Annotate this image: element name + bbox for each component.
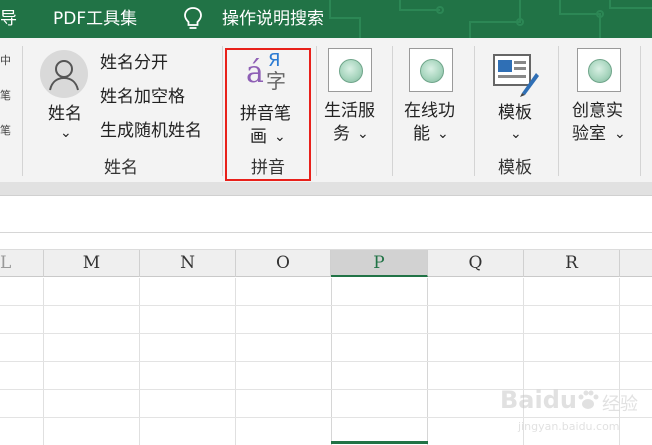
menu-item-pdf-tools[interactable]: PDF工具集 xyxy=(53,8,137,30)
column-header-m[interactable]: M xyxy=(44,250,140,277)
menu-bar: 导 PDF工具集 操作说明搜索 xyxy=(0,0,652,38)
column-header-r[interactable]: R xyxy=(524,250,620,277)
partial-label-1: 中 xyxy=(0,54,11,67)
partial-label-2: 笔 xyxy=(0,89,11,102)
menu-item-partial[interactable]: 导 xyxy=(0,8,17,30)
watermark-url: jingyan.baidu.com xyxy=(518,420,620,433)
column-header-l[interactable]: L xyxy=(0,250,44,277)
group-separator xyxy=(558,46,559,176)
grid-line xyxy=(0,305,652,306)
group-separator xyxy=(22,46,23,176)
add-space-button[interactable]: 姓名加空格 xyxy=(100,86,185,108)
watermark-brand: Baidu xyxy=(500,386,577,414)
grid-top-gap xyxy=(0,234,652,248)
person-icon xyxy=(49,60,79,91)
column-header-p[interactable]: P xyxy=(331,250,428,277)
creative-lab-icon[interactable] xyxy=(577,48,621,92)
template-group-label: 模板 xyxy=(498,158,532,178)
column-header-o[interactable]: O xyxy=(236,250,331,277)
partial-label-3: 笔 xyxy=(0,124,11,137)
name-group-label: 姓名 xyxy=(104,158,138,178)
template-button[interactable]: 模板 xyxy=(498,102,532,124)
group-separator xyxy=(474,46,475,176)
chevron-down-icon[interactable]: ⌄ xyxy=(60,122,72,144)
group-separator xyxy=(640,46,641,176)
watermark: Baidu 经验 jingyan.baidu.com xyxy=(500,384,640,440)
life-services-button-line2[interactable]: 务 xyxy=(333,123,350,145)
creative-lab-button-line2[interactable]: 验室 xyxy=(572,123,606,145)
chevron-down-icon[interactable]: ⌄ xyxy=(510,123,522,145)
group-separator xyxy=(392,46,393,176)
selection-edge xyxy=(331,441,428,444)
random-name-button[interactable]: 生成随机姓名 xyxy=(100,120,202,142)
chevron-down-icon[interactable]: ⌄ xyxy=(437,123,449,145)
person-avatar-icon[interactable] xyxy=(40,50,88,98)
column-header-q[interactable]: Q xyxy=(428,250,524,277)
column-header-row: L M N O P Q R xyxy=(0,249,652,277)
group-separator xyxy=(316,46,317,176)
tell-me-search[interactable]: 操作说明搜索 xyxy=(222,8,324,30)
watermark-cn: 经验 xyxy=(602,394,638,415)
template-icon[interactable] xyxy=(492,53,540,97)
formula-bar-area[interactable] xyxy=(0,197,652,233)
online-functions-button[interactable]: 在线功 xyxy=(404,100,455,122)
life-services-icon[interactable] xyxy=(328,48,372,92)
highlight-box xyxy=(225,48,311,181)
split-name-button[interactable]: 姓名分开 xyxy=(100,52,168,74)
creative-lab-button[interactable]: 创意实 xyxy=(572,100,623,122)
ribbon-footer-strip xyxy=(0,182,652,196)
lightbulb-icon xyxy=(184,7,202,29)
paw-icon xyxy=(578,390,599,409)
column-header-n[interactable]: N xyxy=(140,250,236,277)
grid-line xyxy=(0,361,652,362)
chevron-down-icon[interactable]: ⌄ xyxy=(614,123,626,145)
online-functions-button-line2[interactable]: 能 xyxy=(413,123,430,145)
chevron-down-icon[interactable]: ⌄ xyxy=(357,123,369,145)
group-separator xyxy=(222,46,223,176)
online-functions-icon[interactable] xyxy=(409,48,453,92)
grid-line xyxy=(0,333,652,334)
life-services-button[interactable]: 生活服 xyxy=(324,100,375,122)
